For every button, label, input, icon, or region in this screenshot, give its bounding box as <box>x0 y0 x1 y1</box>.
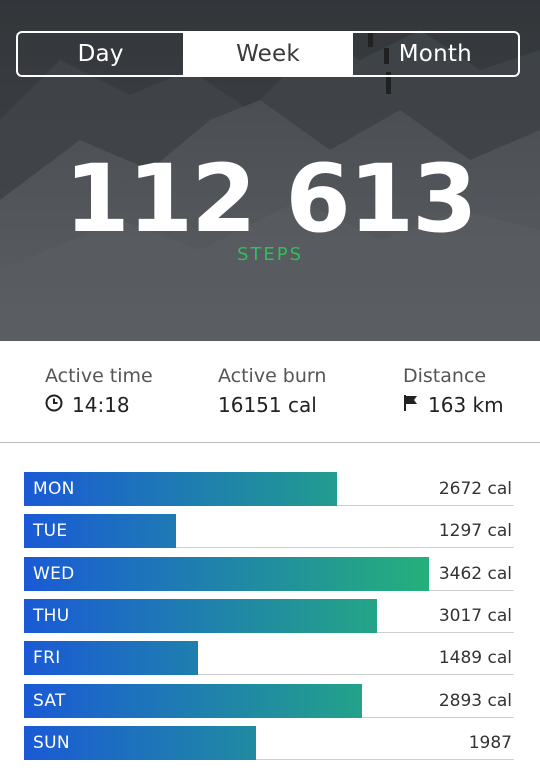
day-label: TUE <box>33 521 68 541</box>
day-label: MON <box>33 479 75 499</box>
day-label: FRI <box>33 648 61 668</box>
day-calories: 1489 cal <box>438 648 512 668</box>
flag-icon <box>403 393 419 417</box>
day-calories: 2672 cal <box>438 479 512 499</box>
steps-count: 112 613 <box>64 145 477 254</box>
stat-active-time: Active time 14:18 <box>45 365 153 417</box>
day-bar: MON <box>24 472 337 506</box>
hero-header: Day Week Month 112 613 STEPS <box>0 0 540 341</box>
clock-icon <box>45 393 63 417</box>
day-row-fri[interactable]: FRI 1489 cal <box>24 641 514 675</box>
day-calories: 3462 cal <box>438 564 512 584</box>
stat-value: 163 km <box>428 393 504 417</box>
day-row-sun[interactable]: SUN 1987 <box>24 726 514 760</box>
day-row-tue[interactable]: TUE 1297 cal <box>24 514 514 548</box>
day-calories: 2893 cal <box>438 691 512 711</box>
day-label: WED <box>33 564 75 584</box>
day-bar: TUE <box>24 514 176 548</box>
day-calories: 1987 <box>468 733 512 753</box>
day-label: SUN <box>33 733 70 753</box>
stat-label: Active time <box>45 365 153 387</box>
summary-stats: Active time 14:18 Active burn 16151 cal … <box>0 341 540 443</box>
period-segmented-control: Day Week Month <box>16 31 520 77</box>
tab-day[interactable]: Day <box>18 33 183 75</box>
day-bar: SAT <box>24 684 362 718</box>
day-bar: WED <box>24 557 429 591</box>
day-row-wed[interactable]: WED 3462 cal <box>24 557 514 591</box>
day-row-mon[interactable]: MON 2672 cal <box>24 472 514 506</box>
stat-label: Distance <box>403 365 487 387</box>
day-calories: 1297 cal <box>438 521 512 541</box>
stat-label: Active burn <box>218 365 327 387</box>
day-label: SAT <box>33 691 66 711</box>
tab-week[interactable]: Week <box>183 33 351 75</box>
day-bar: SUN <box>24 726 256 760</box>
stat-distance: Distance 163 km <box>403 365 504 417</box>
day-row-sat[interactable]: SAT 2893 cal <box>24 684 514 718</box>
day-label: THU <box>33 606 70 626</box>
day-bar: THU <box>24 599 377 633</box>
tab-month[interactable]: Month <box>350 33 518 75</box>
day-calories: 3017 cal <box>438 606 512 626</box>
stat-active-burn: Active burn 16151 cal <box>218 365 326 417</box>
day-bar: FRI <box>24 641 198 675</box>
steps-label: STEPS <box>236 244 304 265</box>
stat-value: 14:18 <box>72 393 130 417</box>
day-row-thu[interactable]: THU 3017 cal <box>24 599 514 633</box>
stat-value: 16151 cal <box>218 393 317 417</box>
